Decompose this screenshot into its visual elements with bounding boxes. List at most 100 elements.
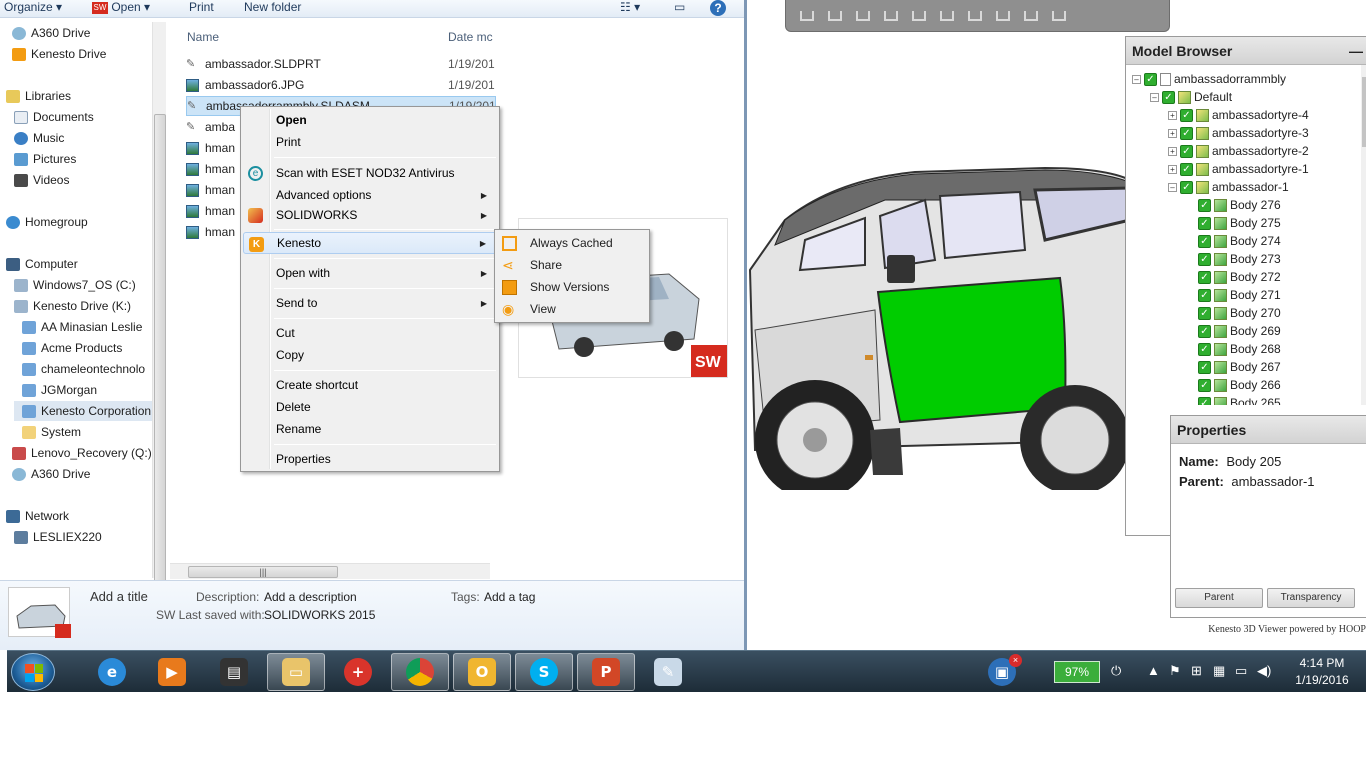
car-3d-model[interactable]: [745, 150, 1135, 490]
taskbar-media-player[interactable]: ▶: [143, 653, 201, 691]
checkbox-icon[interactable]: ✓: [1180, 126, 1193, 140]
print-button[interactable]: Print: [189, 0, 214, 14]
taskbar-paint[interactable]: ✎: [639, 653, 697, 691]
tree-node-body[interactable]: ✓ Body 275: [1198, 214, 1281, 232]
file-list-hscrollbar[interactable]: |||: [170, 563, 490, 579]
checkbox-icon[interactable]: ✓: [1198, 198, 1211, 212]
tree-node-body[interactable]: ✓ Body 269: [1198, 322, 1281, 340]
checkbox-icon[interactable]: ✓: [1198, 378, 1211, 392]
nav-lenovo-recovery[interactable]: Lenovo_Recovery (Q:): [12, 443, 152, 463]
viewer-tool-icon[interactable]: [968, 10, 982, 21]
show-hidden-icons[interactable]: ▲: [1147, 663, 1160, 678]
menu-item-cut[interactable]: Cut: [243, 322, 497, 344]
menu-item-rename[interactable]: Rename: [243, 418, 497, 440]
checkbox-icon[interactable]: ✓: [1198, 360, 1211, 374]
navigation-scrollbar[interactable]: [152, 22, 166, 584]
power-plug-icon[interactable]: ⏻: [1111, 663, 1121, 679]
menu-item-print[interactable]: Print: [243, 131, 497, 153]
nav-system[interactable]: System: [22, 422, 81, 442]
submenu-item-view[interactable]: ◉ View: [497, 298, 647, 320]
checkbox-icon[interactable]: ✓: [1198, 288, 1211, 302]
checkbox-icon[interactable]: ✓: [1162, 90, 1175, 104]
viewer-tool-icon[interactable]: [1024, 10, 1038, 21]
clipboard-icon[interactable]: ▦: [1213, 663, 1225, 679]
checkbox-icon[interactable]: ✓: [1198, 216, 1211, 230]
nav-computer[interactable]: Computer: [6, 254, 78, 274]
tree-node-body[interactable]: ✓ Body 272: [1198, 268, 1281, 286]
checkbox-icon[interactable]: ✓: [1180, 144, 1193, 158]
nav-windows7-os[interactable]: Windows7_OS (C:): [14, 275, 136, 295]
column-header-name[interactable]: Name: [187, 30, 219, 44]
tree-node-config[interactable]: – ✓ Default: [1150, 88, 1232, 106]
checkbox-icon[interactable]: ✓: [1198, 234, 1211, 248]
start-button[interactable]: [11, 653, 55, 691]
menu-item-scan-eset[interactable]: e Scan with ESET NOD32 Antivirus: [243, 162, 497, 184]
checkbox-icon[interactable]: ✓: [1198, 342, 1211, 356]
scrollbar-thumb[interactable]: |||: [188, 566, 338, 578]
submenu-item-always-cached[interactable]: Always Cached: [497, 232, 647, 254]
viewer-tool-icon[interactable]: [856, 10, 870, 21]
viewer-tool-icon[interactable]: [1052, 10, 1066, 21]
menu-item-solidworks[interactable]: SOLIDWORKS ▶: [243, 204, 497, 226]
submenu-item-show-versions[interactable]: Show Versions: [497, 276, 647, 298]
column-header-date[interactable]: Date mc: [448, 30, 493, 44]
tree-node-body[interactable]: ✓ Body 271: [1198, 286, 1281, 304]
parent-button[interactable]: Parent: [1175, 588, 1263, 608]
file-row[interactable]: ✎ ambassador.SLDPRT 1/19/201: [186, 54, 496, 74]
nav-folder[interactable]: chameleontechnolo: [22, 359, 145, 379]
taskbar-network-status[interactable]: ▣ ×: [982, 653, 1022, 691]
submenu-item-share[interactable]: ⋖ Share: [497, 254, 647, 276]
tree-node-body[interactable]: ✓ Body 270: [1198, 304, 1281, 322]
help-icon[interactable]: ?: [710, 0, 726, 16]
transparency-button[interactable]: Transparency: [1267, 588, 1355, 608]
checkbox-icon[interactable]: ✓: [1198, 270, 1211, 284]
expand-icon[interactable]: +: [1168, 146, 1177, 156]
expand-icon[interactable]: +: [1168, 128, 1177, 138]
tree-node-body[interactable]: ✓ Body 273: [1198, 250, 1281, 268]
taskbar-app-red[interactable]: +: [329, 653, 387, 691]
nav-music[interactable]: Music: [14, 128, 64, 148]
menu-item-properties[interactable]: Properties: [243, 448, 497, 470]
tree-node-body[interactable]: ✓ Body 266: [1198, 376, 1281, 394]
battery-indicator[interactable]: 97%: [1054, 661, 1100, 683]
taskbar-devices[interactable]: ▤: [205, 653, 263, 691]
menu-item-open[interactable]: Open: [243, 109, 497, 131]
nav-kenesto-drive-k[interactable]: Kenesto Drive (K:): [14, 296, 131, 316]
nav-folder[interactable]: AA Minasian Leslie: [22, 317, 142, 337]
nav-kenesto-drive[interactable]: Kenesto Drive: [12, 44, 106, 64]
tree-node-part[interactable]: – ✓ ambassador-1: [1168, 178, 1289, 196]
collapse-button[interactable]: —: [1349, 43, 1363, 59]
checkbox-icon[interactable]: ✓: [1198, 324, 1211, 338]
nav-pictures[interactable]: Pictures: [14, 149, 76, 169]
collapse-icon[interactable]: –: [1168, 182, 1177, 192]
viewer-tool-icon[interactable]: [940, 10, 954, 21]
new-folder-button[interactable]: New folder: [244, 0, 301, 14]
volume-icon[interactable]: ◀): [1257, 663, 1271, 679]
scrollbar-thumb[interactable]: [154, 114, 166, 584]
tree-node-tyre[interactable]: + ✓ ambassadortyre-2: [1168, 142, 1309, 160]
nav-folder[interactable]: Acme Products: [22, 338, 122, 358]
expand-icon[interactable]: +: [1168, 164, 1177, 174]
organize-button[interactable]: Organize ▾: [4, 0, 62, 14]
viewer-tool-icon[interactable]: [912, 10, 926, 21]
preview-pane-icon[interactable]: ▭: [674, 0, 685, 14]
nav-a360-drive[interactable]: A360 Drive: [12, 23, 90, 43]
nav-libraries[interactable]: Libraries: [6, 86, 71, 106]
menu-item-delete[interactable]: Delete: [243, 396, 497, 418]
tags-field[interactable]: Add a tag: [484, 590, 535, 604]
taskbar-chrome[interactable]: [391, 653, 449, 691]
nav-homegroup[interactable]: Homegroup: [6, 212, 88, 232]
collapse-icon[interactable]: –: [1132, 74, 1141, 84]
menu-item-advanced-options[interactable]: Advanced options ▶: [243, 184, 497, 206]
checkbox-icon[interactable]: ✓: [1198, 306, 1211, 320]
taskbar-file-explorer[interactable]: ▭: [267, 653, 325, 691]
description-field[interactable]: Add a description: [264, 590, 357, 604]
expand-icon[interactable]: +: [1168, 110, 1177, 120]
file-row[interactable]: ambassador6.JPG 1/19/201: [186, 75, 496, 95]
nav-a360-drive-2[interactable]: A360 Drive: [12, 464, 90, 484]
kenesto-3d-viewer[interactable]: Model Browser — – ✓ ambassadorrammbly – …: [745, 0, 1366, 650]
tree-node-body[interactable]: ✓ Body 265: [1198, 394, 1281, 405]
taskbar-powerpoint[interactable]: P: [577, 653, 635, 691]
taskbar-internet-explorer[interactable]: e: [83, 653, 141, 691]
tree-node-tyre[interactable]: + ✓ ambassadortyre-4: [1168, 106, 1309, 124]
